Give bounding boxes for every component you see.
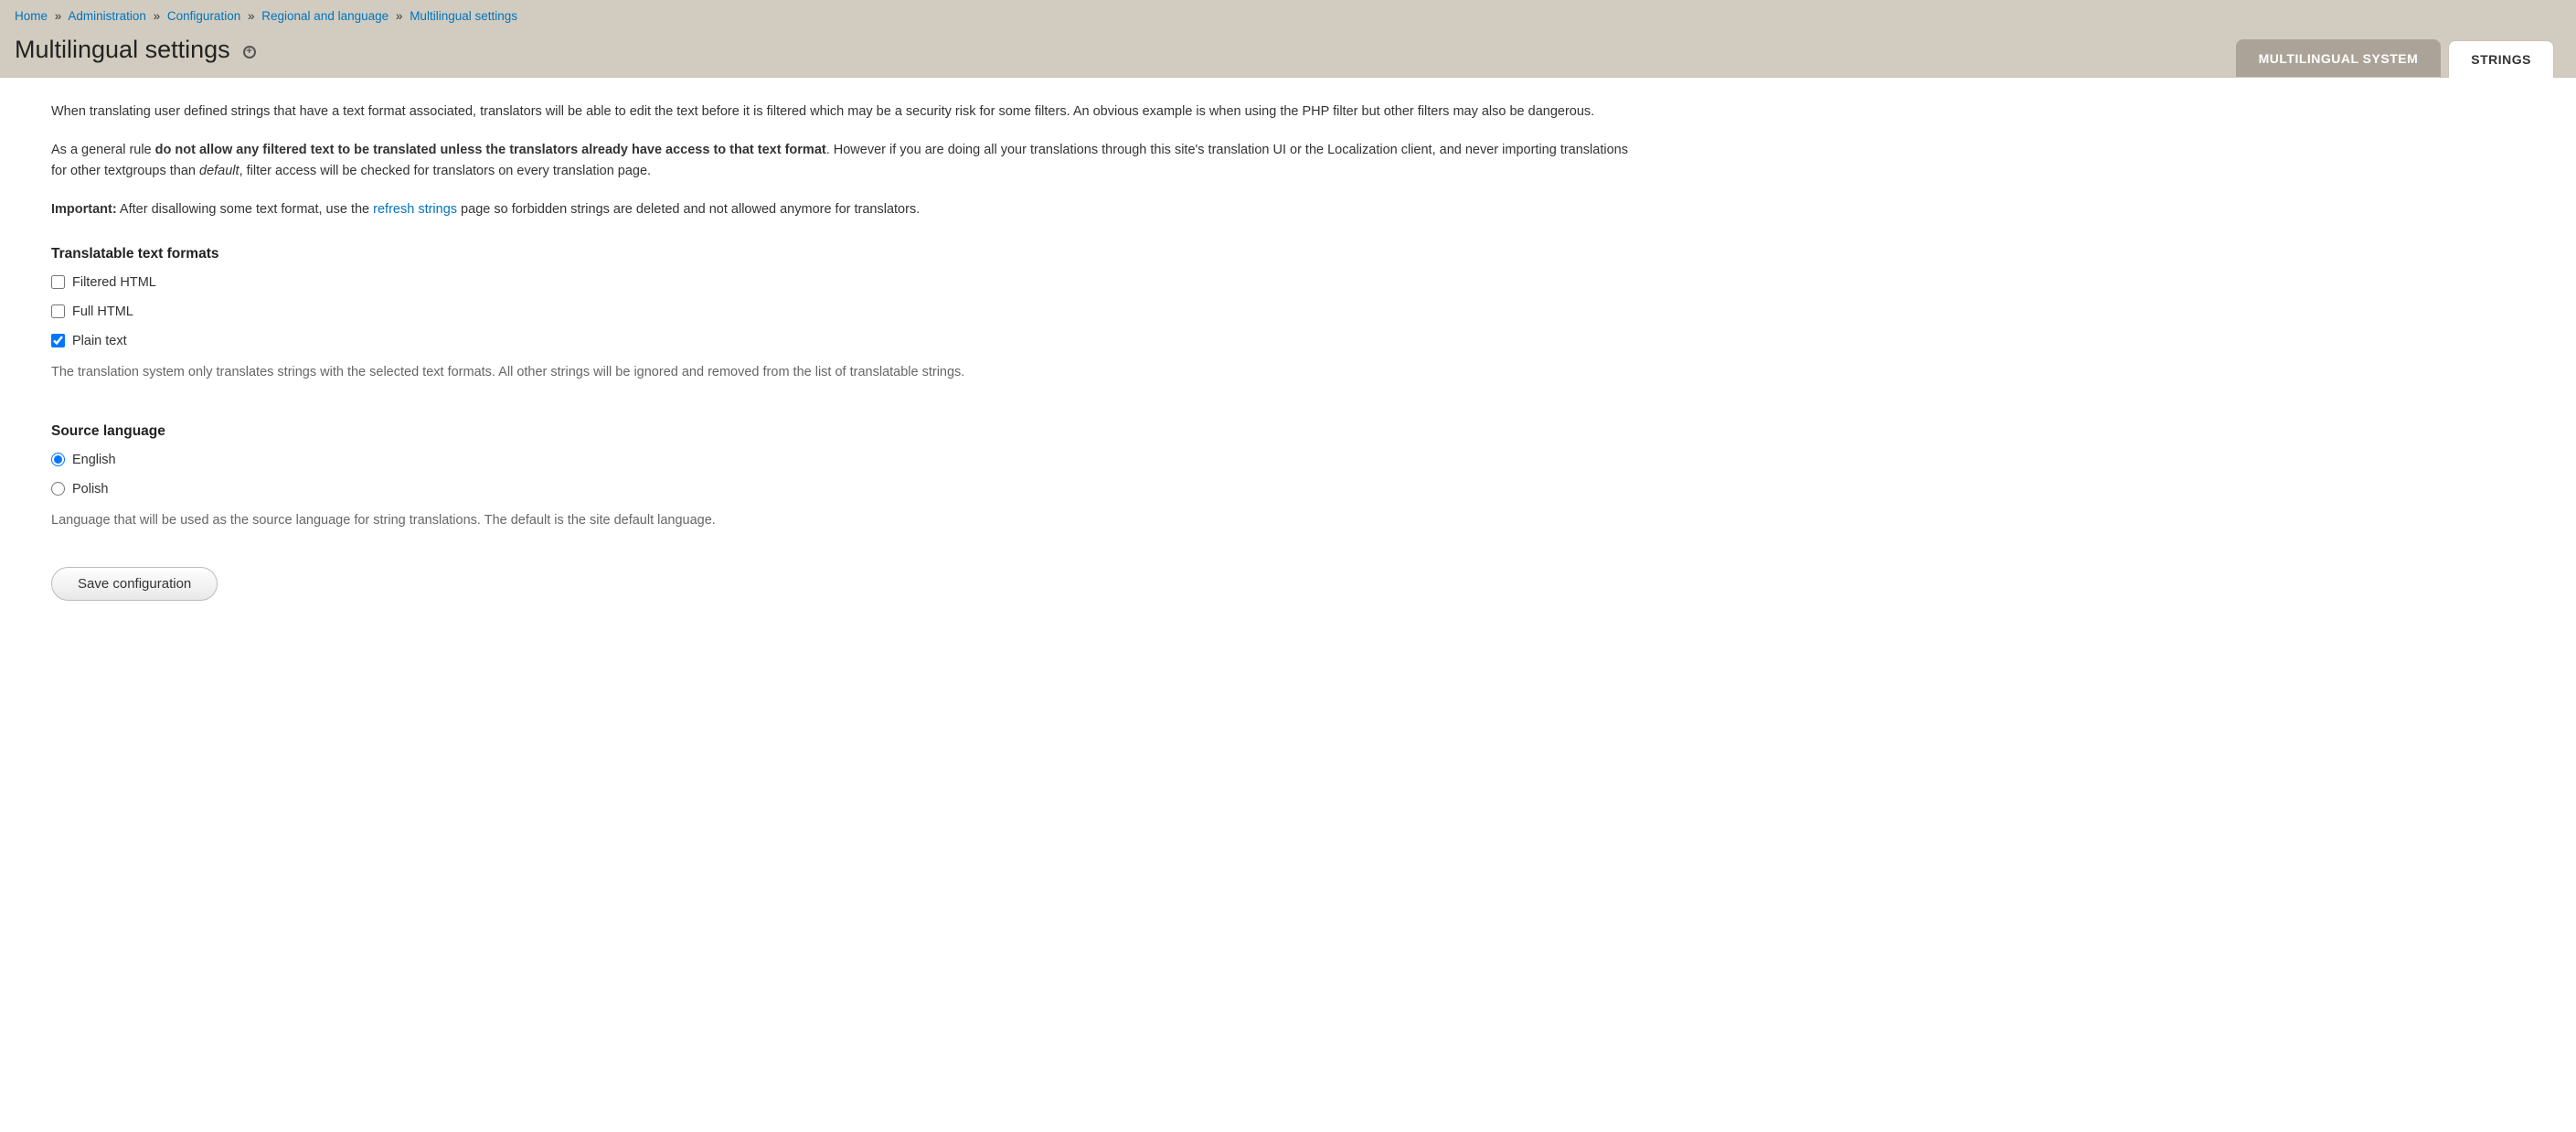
radio-english[interactable] (51, 453, 65, 466)
format-option-filtered-html: Filtered HTML (51, 275, 1631, 290)
breadcrumb-link-configuration[interactable]: Configuration (167, 9, 240, 23)
checkbox-label[interactable]: Full HTML (72, 304, 133, 319)
breadcrumb-link-administration[interactable]: Administration (68, 9, 146, 23)
text: , filter access will be checked for tran… (240, 164, 652, 178)
bold-text: Important: (51, 202, 117, 217)
formats-title: Translatable text formats (51, 246, 1631, 262)
refresh-strings-link[interactable]: refresh strings (373, 202, 457, 217)
primary-tabs: MULTILINGUAL SYSTEM STRINGS (2236, 39, 2554, 77)
breadcrumb-link-regional[interactable]: Regional and language (261, 9, 389, 23)
bold-text: do not allow any filtered text to be tra… (155, 143, 826, 157)
text: page so forbidden strings are deleted an… (457, 202, 920, 217)
radio-polish[interactable] (51, 482, 65, 496)
source-language-title: Source language (51, 423, 1631, 440)
breadcrumb-separator: » (396, 9, 403, 23)
format-option-plain-text: Plain text (51, 334, 1631, 348)
breadcrumb-link-multilingual[interactable]: Multilingual settings (410, 9, 517, 23)
intro-paragraph-1: When translating user defined strings th… (51, 101, 1631, 122)
tab-strings[interactable]: STRINGS (2448, 40, 2554, 78)
breadcrumb: Home » Administration » Configuration » … (15, 7, 2561, 32)
tab-multilingual-system[interactable]: MULTILINGUAL SYSTEM (2236, 39, 2442, 77)
page-title-text: Multilingual settings (15, 36, 230, 64)
language-option-english: English (51, 453, 1631, 467)
page-title: Multilingual settings + (15, 32, 256, 77)
save-configuration-button[interactable]: Save configuration (51, 567, 218, 601)
checkbox-label[interactable]: Plain text (72, 334, 127, 348)
checkbox-label[interactable]: Filtered HTML (72, 275, 156, 290)
intro-paragraph-2: As a general rule do not allow any filte… (51, 140, 1631, 181)
radio-label[interactable]: English (72, 453, 116, 467)
breadcrumb-separator: » (55, 9, 62, 23)
breadcrumb-link-home[interactable]: Home (15, 9, 48, 23)
emphasis-text: default (199, 164, 240, 178)
radio-label[interactable]: Polish (72, 482, 109, 497)
checkbox-filtered-html[interactable] (51, 275, 65, 289)
breadcrumb-separator: » (154, 9, 161, 23)
intro-paragraph-3: Important: After disallowing some text f… (51, 199, 1631, 219)
source-language-description: Language that will be used as the source… (51, 511, 1631, 531)
add-icon[interactable]: + (243, 46, 256, 59)
text: As a general rule (51, 143, 155, 157)
format-option-full-html: Full HTML (51, 304, 1631, 319)
main-content: When translating user defined strings th… (0, 78, 1682, 625)
text: After disallowing some text format, use … (117, 202, 373, 217)
checkbox-full-html[interactable] (51, 304, 65, 318)
formats-description: The translation system only translates s… (51, 363, 1631, 383)
checkbox-plain-text[interactable] (51, 334, 65, 347)
language-option-polish: Polish (51, 482, 1631, 497)
page-header: Home » Administration » Configuration » … (0, 0, 2576, 78)
breadcrumb-separator: » (248, 9, 255, 23)
